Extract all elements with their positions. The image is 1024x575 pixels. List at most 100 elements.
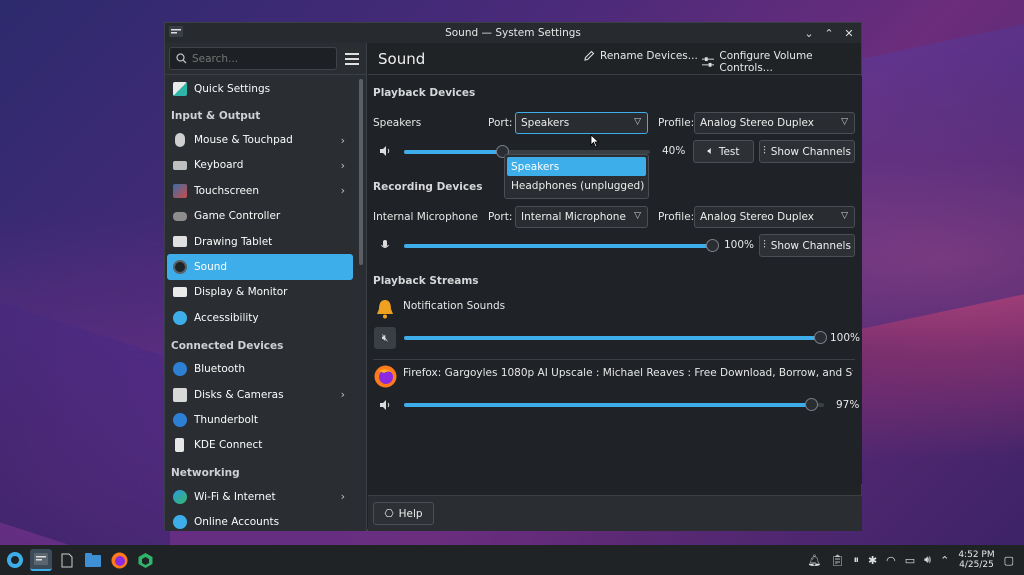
firefox-volume-percent: 97%: [836, 399, 860, 411]
profile-label: Profile:: [658, 211, 695, 223]
recording-profile-value: Analog Stereo Duplex: [700, 211, 814, 223]
firefox-stream-label: Firefox: Gargoyles 1080p AI Upscale : Mi…: [403, 367, 853, 379]
playback-port-select[interactable]: Speakers ▽: [515, 112, 648, 134]
document-icon[interactable]: [56, 549, 78, 571]
sidebar-item-label: Sound: [194, 261, 228, 274]
volume-icon[interactable]: 🔊︎: [924, 553, 931, 567]
playback-devices-heading: Playback Devices: [373, 87, 476, 99]
sidebar-item-label: Keyboard: [194, 159, 244, 172]
clock[interactable]: 4:52 PM 4/25/25: [958, 550, 994, 570]
drawing-tablet-icon: [173, 236, 187, 248]
sidebar-item-label: Game Controller: [194, 210, 281, 223]
sidebar-item-wifi[interactable]: Wi-Fi & Internet ›: [167, 484, 353, 509]
sidebar-item-keyboard[interactable]: Keyboard ›: [167, 153, 353, 178]
mute-icon[interactable]: 🔇︎: [374, 327, 396, 349]
main-panel: Sound Rename Devices... Configure Volume…: [368, 43, 862, 531]
clipboard-icon[interactable]: 📋︎: [830, 554, 844, 567]
sidebar-header: [165, 43, 366, 75]
taskbar: 🔔︎ 📋︎ ⏸︎ ✱ ◠ ▭ 🔊︎ ⌃ 4:52 PM 4/25/25 ▢: [0, 545, 1024, 575]
dropdown-option-speakers[interactable]: Speakers: [507, 157, 646, 176]
search-icon: [176, 53, 187, 64]
notification-volume-slider[interactable]: [404, 331, 827, 344]
chevron-right-icon: ›: [340, 133, 345, 147]
chevron-right-icon: ›: [340, 388, 345, 402]
search-field[interactable]: [169, 47, 337, 70]
chevron-up-icon[interactable]: ⌃: [940, 554, 949, 567]
recording-volume-slider[interactable]: [404, 239, 719, 252]
close-icon[interactable]: ✕: [841, 25, 857, 41]
sidebar-item-label: Disks & Cameras: [194, 388, 284, 401]
configure-volume-button[interactable]: Configure Volume Controls...: [702, 50, 862, 74]
sidebar-item-label: Touchscreen: [194, 184, 260, 197]
sidebar-item-mouse[interactable]: Mouse & Touchpad ›: [167, 127, 353, 152]
sidebar-item-accessibility[interactable]: Accessibility: [167, 305, 353, 330]
sidebar-item-game-controller[interactable]: Game Controller: [167, 204, 353, 229]
speaker-icon[interactable]: [379, 399, 391, 411]
firefox-volume-slider[interactable]: [404, 398, 824, 411]
playback-profile-select[interactable]: Analog Stereo Duplex ▽: [694, 112, 855, 134]
bluetooth-icon: [173, 362, 187, 377]
notifications-icon[interactable]: 🔔︎: [808, 554, 822, 567]
speaker-icon[interactable]: [379, 145, 391, 157]
app-launcher-icon[interactable]: [4, 549, 26, 571]
search-input[interactable]: [192, 52, 322, 65]
minimize-icon[interactable]: ⌄: [801, 25, 817, 41]
sidebar-item-thunderbolt[interactable]: Thunderbolt: [167, 407, 353, 432]
help-icon: ⎔: [384, 507, 394, 520]
system-settings-window: Sound — System Settings ⌄ ⌃ ✕ Quick Sett…: [164, 22, 862, 531]
firefox-icon[interactable]: [108, 549, 130, 571]
recording-port-value: Internal Microphone: [521, 211, 626, 223]
menu-icon[interactable]: [345, 52, 359, 65]
playback-port-value: Speakers: [521, 117, 570, 129]
notification-sounds-label: Notification Sounds: [403, 300, 506, 312]
help-button[interactable]: ⎔ Help: [373, 502, 434, 525]
maximize-icon[interactable]: ⌃: [821, 25, 837, 41]
app-icon[interactable]: [169, 26, 183, 37]
media-icon[interactable]: ⏸︎: [853, 553, 859, 567]
slider-fill: [404, 403, 812, 407]
sidebar-item-quick-settings[interactable]: Quick Settings: [167, 76, 353, 101]
rename-devices-button[interactable]: Rename Devices...: [583, 50, 698, 62]
sidebar-item-kde-connect[interactable]: KDE Connect: [167, 433, 353, 458]
slider-handle[interactable]: [814, 331, 827, 344]
port-label: Port:: [488, 117, 513, 129]
sidebar-item-touchscreen[interactable]: Touchscreen ›: [167, 178, 353, 203]
microphone-icon[interactable]: [379, 239, 391, 251]
chevron-right-icon: ›: [340, 184, 345, 198]
slider-handle[interactable]: [805, 398, 819, 411]
help-label: Help: [398, 507, 423, 520]
show-channels-label: Show Channels: [770, 239, 851, 252]
speaker-icon: 🔈︎: [707, 145, 714, 157]
show-channels-button[interactable]: ⫶ Show Channels: [759, 140, 855, 163]
sidebar-item-disks[interactable]: Disks & Cameras ›: [167, 382, 353, 407]
sidebar-item-label: KDE Connect: [194, 439, 263, 452]
sidebar-item-drawing-tablet[interactable]: Drawing Tablet: [167, 229, 353, 254]
show-channels-button[interactable]: ⫶ Show Channels: [759, 234, 855, 257]
system-settings-task[interactable]: [30, 549, 52, 571]
sidebar-item-label: Online Accounts: [194, 516, 280, 529]
test-button[interactable]: 🔈︎ Test: [693, 140, 754, 163]
battery-icon[interactable]: ▭: [905, 554, 915, 567]
chevron-down-icon: ▽: [634, 117, 641, 127]
firefox-icon: [374, 365, 397, 388]
recording-profile-select[interactable]: Analog Stereo Duplex ▽: [694, 206, 855, 228]
file-manager-icon[interactable]: [82, 549, 104, 571]
sidebar-item-display[interactable]: Display & Monitor: [167, 280, 353, 305]
discover-icon[interactable]: [134, 549, 156, 571]
playback-profile-value: Analog Stereo Duplex: [700, 117, 814, 129]
clock-date: 4/25/25: [959, 560, 994, 570]
wifi-icon[interactable]: ◠: [886, 554, 896, 567]
display-icon: [173, 287, 187, 298]
mouse-cursor-icon: [590, 134, 600, 148]
sidebar-item-sound[interactable]: Sound: [167, 254, 353, 280]
sidebar-scrollbar[interactable]: [359, 79, 363, 265]
sidebar-item-bluetooth[interactable]: Bluetooth: [167, 357, 353, 382]
show-desktop-icon[interactable]: ▢: [1004, 554, 1014, 567]
bluetooth-icon[interactable]: ✱: [868, 554, 877, 567]
recording-port-select[interactable]: Internal Microphone ▽: [515, 206, 648, 228]
sidebar-item-label: Bluetooth: [194, 363, 245, 376]
dropdown-option-headphones[interactable]: Headphones (unplugged): [507, 176, 646, 195]
disk-icon: [173, 387, 187, 402]
slider-handle[interactable]: [706, 239, 719, 252]
sidebar-item-online-accounts[interactable]: Online Accounts: [167, 509, 353, 534]
